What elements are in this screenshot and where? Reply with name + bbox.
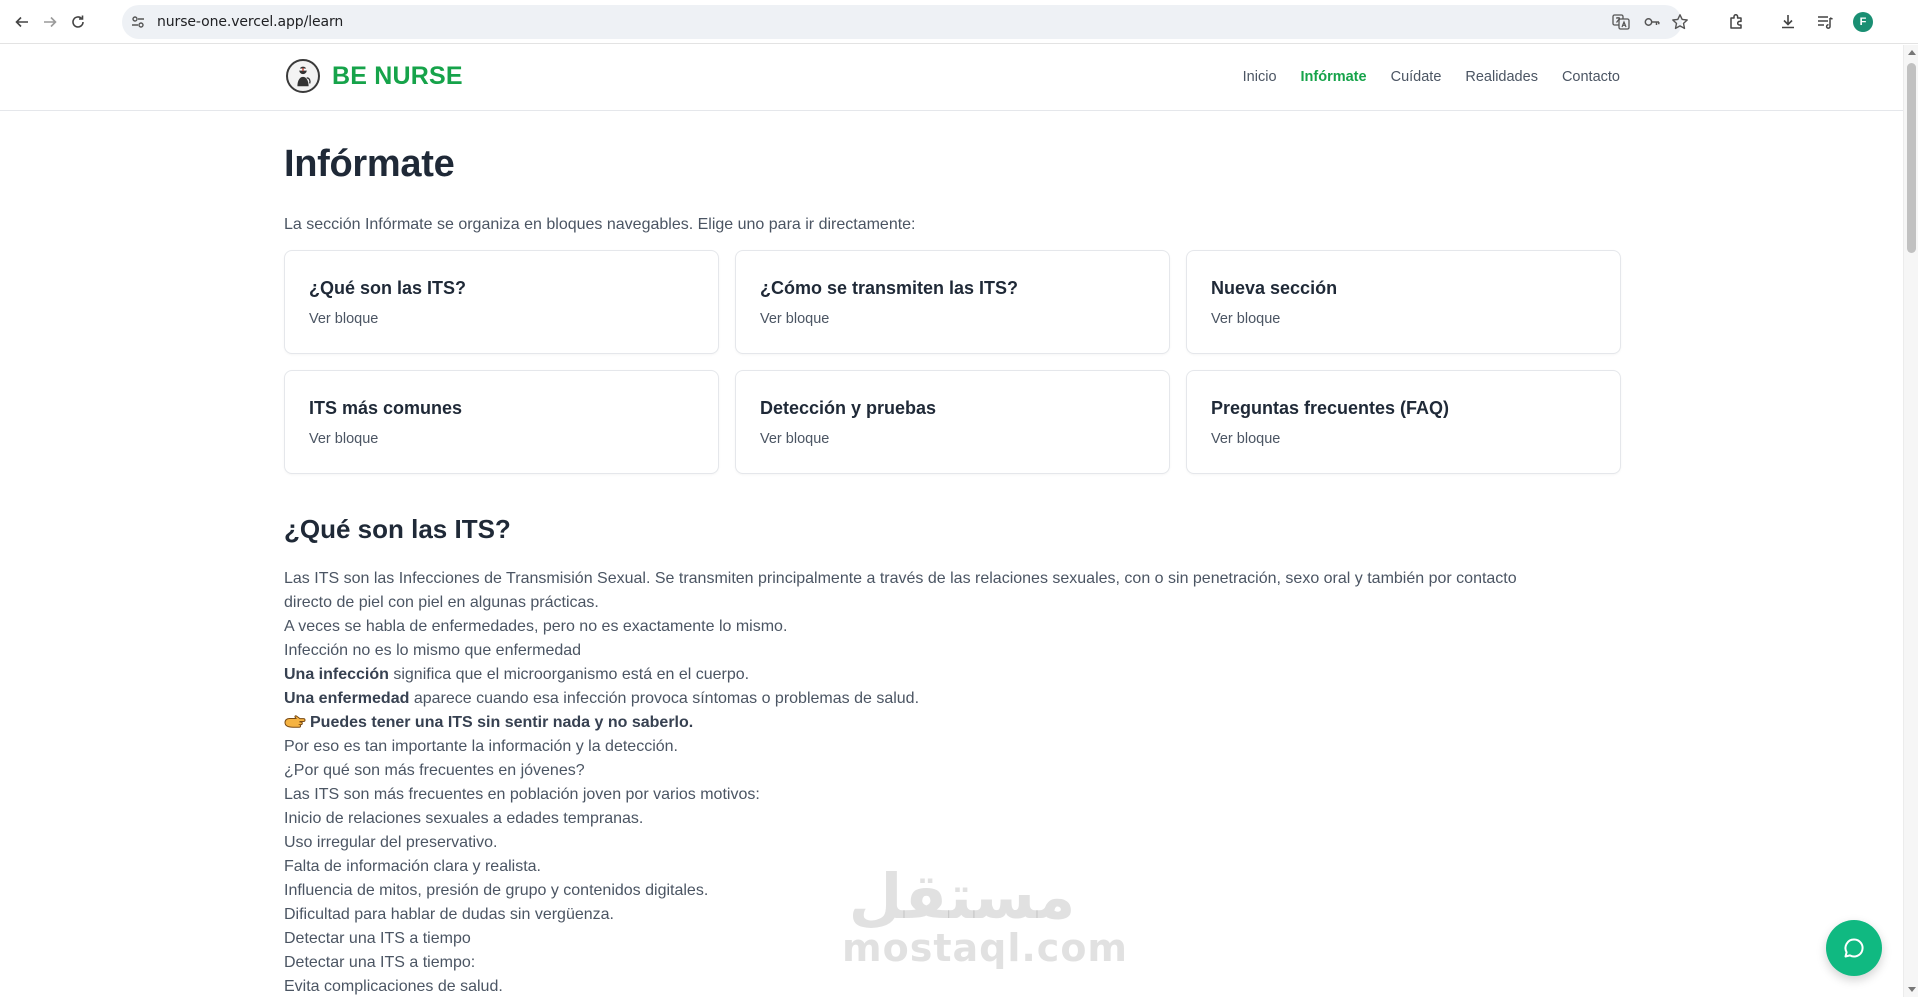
body-line: A veces se habla de enfermedades, pero n… [284, 618, 788, 635]
body-line: Evita complicaciones de salud. [284, 978, 503, 995]
intro-text: La sección Infórmate se organiza en bloq… [284, 216, 916, 233]
chat-bubble-icon [1844, 938, 1864, 958]
main-nav: Inicio Infórmate Cuídate Realidades Cont… [1243, 69, 1620, 85]
nav-cuidate[interactable]: Cuídate [1391, 69, 1442, 85]
profile-avatar[interactable]: F [1853, 12, 1873, 32]
card-link[interactable]: Ver bloque [1211, 431, 1596, 447]
forward-icon[interactable] [38, 10, 62, 34]
site-header: BE NURSE Inicio Infórmate Cuídate Realid… [0, 45, 1903, 111]
back-icon[interactable] [10, 10, 34, 34]
card-link[interactable]: Ver bloque [760, 431, 1145, 447]
section-body: Las ITS son las Infecciones de Transmisi… [284, 567, 1620, 997]
reload-icon[interactable] [66, 10, 90, 34]
body-line: directo de piel con piel en algunas prác… [284, 594, 599, 611]
pointing-hand-icon [284, 714, 306, 730]
page-title: Infórmate [284, 143, 455, 185]
highlight-text: Puedes tener una ITS sin sentir nada y n… [310, 714, 694, 731]
browser-toolbar: nurse-one.vercel.app/learn F [0, 0, 1918, 44]
body-line: Infección no es lo mismo que enfermedad [284, 642, 582, 659]
block-card-its-comunes[interactable]: ITS más comunes Ver bloque [284, 370, 719, 474]
body-line: Uso irregular del preservativo. [284, 834, 498, 851]
card-title: Preguntas frecuentes (FAQ) [1211, 398, 1450, 418]
scrollbar-thumb[interactable] [1907, 63, 1916, 253]
password-key-icon[interactable] [1643, 13, 1661, 31]
body-line: Inicio de relaciones sexuales a edades t… [284, 810, 644, 827]
body-line: Por eso es tan importante la información… [284, 738, 678, 755]
url-text[interactable]: nurse-one.vercel.app/learn [157, 14, 343, 30]
nav-realidades[interactable]: Realidades [1465, 69, 1538, 85]
page-scrollbar[interactable] [1903, 45, 1918, 997]
nav-informate[interactable]: Infórmate [1301, 69, 1367, 85]
infeccion-bold: Una infección [284, 666, 389, 683]
nav-contacto[interactable]: Contacto [1562, 69, 1620, 85]
card-link[interactable]: Ver bloque [309, 431, 694, 447]
body-line-highlight: Puedes tener una ITS sin sentir nada y n… [284, 711, 1620, 735]
block-cards-grid: ¿Qué son las ITS? Ver bloque ¿Cómo se tr… [284, 250, 1621, 474]
address-bar[interactable]: nurse-one.vercel.app/learn [122, 5, 1688, 39]
nav-inicio[interactable]: Inicio [1243, 69, 1277, 85]
profile-initial: F [1859, 16, 1867, 28]
scroll-down-icon[interactable] [1908, 987, 1916, 992]
card-link[interactable]: Ver bloque [1211, 311, 1596, 327]
card-title: Detección y pruebas [760, 398, 937, 418]
bookmark-star-icon[interactable] [1671, 13, 1689, 31]
card-title: Nueva sección [1211, 278, 1338, 298]
nurse-logo-icon [286, 59, 320, 93]
scroll-up-icon[interactable] [1908, 50, 1916, 55]
body-line: Las ITS son más frecuentes en población … [284, 786, 760, 803]
body-line: Detectar una ITS a tiempo [284, 930, 471, 947]
download-icon[interactable] [1778, 12, 1798, 32]
block-card-transmision[interactable]: ¿Cómo se transmiten las ITS? Ver bloque [735, 250, 1170, 354]
body-line-infeccion: Una infección significa que el microorga… [284, 663, 1620, 687]
body-line: ¿Por qué son más frecuentes en jóvenes? [284, 762, 585, 779]
block-card-deteccion[interactable]: Detección y pruebas Ver bloque [735, 370, 1170, 474]
extensions-icon[interactable] [1727, 12, 1747, 32]
section-title: ¿Qué son las ITS? [284, 514, 511, 544]
body-line: Las ITS son las Infecciones de Transmisi… [284, 570, 1517, 587]
body-line: Influencia de mitos, presión de grupo y … [284, 882, 709, 899]
enfermedad-bold: Una enfermedad [284, 690, 410, 707]
body-line: Detectar una ITS a tiempo: [284, 954, 476, 971]
logo-text: BE NURSE [332, 61, 463, 90]
body-line-enfermedad: Una enfermedad aparece cuando esa infecc… [284, 687, 1620, 711]
card-title: ¿Cómo se transmiten las ITS? [760, 278, 1019, 298]
chat-button[interactable] [1826, 920, 1882, 976]
body-line: Falta de información clara y realista. [284, 858, 541, 875]
block-card-que-son[interactable]: ¿Qué son las ITS? Ver bloque [284, 250, 719, 354]
reading-list-icon[interactable] [1815, 12, 1835, 32]
site-info-icon[interactable] [130, 14, 146, 30]
card-link[interactable]: Ver bloque [760, 311, 1145, 327]
block-card-nueva-seccion[interactable]: Nueva sección Ver bloque [1186, 250, 1621, 354]
enfermedad-rest: aparece cuando esa infección provoca sín… [409, 690, 920, 707]
card-title: ¿Qué son las ITS? [309, 278, 467, 298]
body-line: Dificultad para hablar de dudas sin verg… [284, 906, 614, 923]
block-card-faq[interactable]: Preguntas frecuentes (FAQ) Ver bloque [1186, 370, 1621, 474]
translate-icon[interactable] [1612, 13, 1630, 31]
infeccion-rest: significa que el microorganismo está en … [388, 666, 750, 683]
card-title: ITS más comunes [309, 398, 463, 418]
site-logo[interactable]: BE NURSE [286, 59, 463, 93]
main-content: Infórmate La sección Infórmate se organi… [284, 111, 1621, 997]
card-link[interactable]: Ver bloque [309, 311, 694, 327]
